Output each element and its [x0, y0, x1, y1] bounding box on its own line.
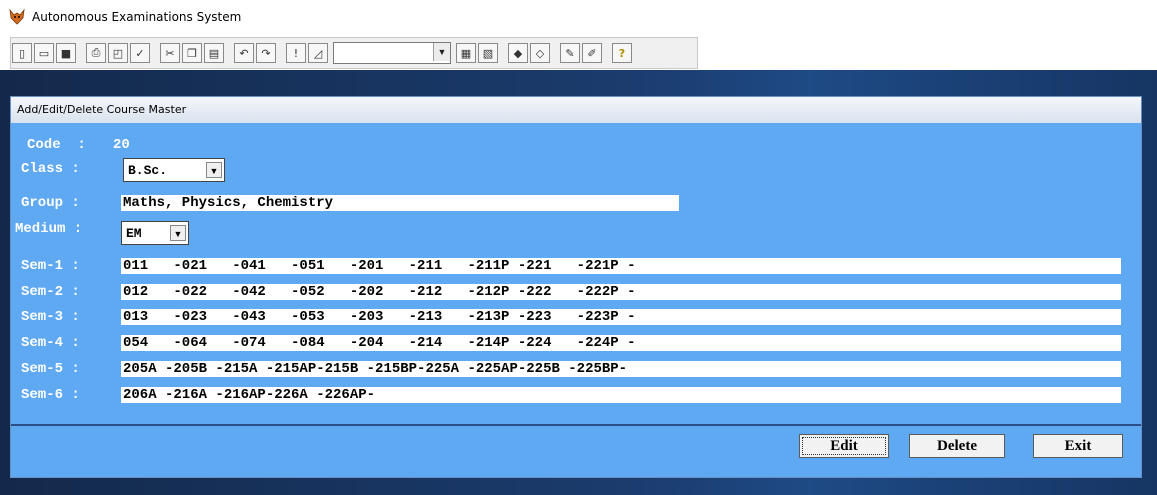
print-icon[interactable]: ⎙	[86, 43, 106, 63]
window-title: Add/Edit/Delete Course Master	[11, 97, 1141, 123]
sem3-label: Sem-3 :	[21, 309, 80, 325]
sem4-label: Sem-4 :	[21, 335, 80, 351]
toolbar-combo[interactable]: ▼	[333, 42, 451, 64]
report-icon[interactable]: ▦	[456, 43, 476, 63]
chart-icon[interactable]: ◿	[308, 43, 328, 63]
save-icon[interactable]: ■	[56, 43, 76, 63]
copy-icon[interactable]: ❐	[182, 43, 202, 63]
undo-icon[interactable]: ↶	[234, 43, 254, 63]
toolbar: ▯ ▭ ■ ⎙ ◰ ✓ ✂ ❐ ▤ ↶ ↷ ! ◿ ▼ ▦ ▧ ◆ ◇ ✎ ✐ …	[0, 34, 1157, 70]
redo-icon[interactable]: ↷	[256, 43, 276, 63]
help-icon[interactable]: ?	[612, 43, 632, 63]
delete-button[interactable]: Delete	[909, 434, 1005, 458]
window-body: Code : 20 Class : B.Sc. ▼ Group : Maths,…	[11, 123, 1141, 477]
sem1-label: Sem-1 :	[21, 258, 80, 274]
separator-line	[11, 424, 1141, 426]
chevron-down-icon[interactable]: ▼	[433, 43, 450, 61]
class-select[interactable]: B.Sc. ▼	[123, 158, 225, 182]
medium-label: Medium :	[15, 221, 83, 237]
fox-logo-icon	[9, 8, 25, 25]
chevron-down-icon[interactable]: ▼	[206, 162, 222, 178]
cut-icon[interactable]: ✂	[160, 43, 180, 63]
title-bar: Autonomous Examinations System	[0, 0, 1157, 34]
open-icon[interactable]: ▭	[34, 43, 54, 63]
select-b-icon[interactable]: ◇	[530, 43, 550, 63]
course-master-window: Add/Edit/Delete Course Master Code : 20 …	[10, 96, 1142, 478]
app-title: Autonomous Examinations System	[32, 10, 242, 24]
sem1-field[interactable]: 011 -021 -041 -051 -201 -211 -211P -221 …	[121, 258, 1121, 274]
group-field[interactable]: Maths, Physics, Chemistry	[121, 195, 679, 211]
new-icon[interactable]: ▯	[12, 43, 32, 63]
form-icon[interactable]: ▧	[478, 43, 498, 63]
paste-icon[interactable]: ▤	[204, 43, 224, 63]
sem5-label: Sem-5 :	[21, 361, 80, 377]
exit-button[interactable]: Exit	[1033, 434, 1123, 458]
code-value: 20	[113, 137, 130, 153]
sem3-field[interactable]: 013 -023 -043 -053 -203 -213 -213P -223 …	[121, 309, 1121, 325]
chevron-down-icon[interactable]: ▼	[170, 225, 186, 241]
sem2-label: Sem-2 :	[21, 284, 80, 300]
class-label: Class :	[21, 161, 80, 177]
edit-button-label: Edit	[802, 437, 886, 455]
toolbar-strip: ▯ ▭ ■ ⎙ ◰ ✓ ✂ ❐ ▤ ↶ ↷ ! ◿ ▼ ▦ ▧ ◆ ◇ ✎ ✐ …	[10, 37, 698, 69]
select-a-icon[interactable]: ◆	[508, 43, 528, 63]
print-preview-icon[interactable]: ◰	[108, 43, 128, 63]
sem6-field[interactable]: 206A -216A -216AP-226A -226AP-	[121, 387, 1121, 403]
exclamation-icon[interactable]: !	[286, 43, 306, 63]
sem6-label: Sem-6 :	[21, 387, 80, 403]
edit-b-icon[interactable]: ✐	[582, 43, 602, 63]
code-label: Code :	[27, 137, 86, 153]
sem2-field[interactable]: 012 -022 -042 -052 -202 -212 -212P -222 …	[121, 284, 1121, 300]
group-label: Group :	[21, 195, 80, 211]
sem4-field[interactable]: 054 -064 -074 -084 -204 -214 -214P -224 …	[121, 335, 1121, 351]
spellcheck-icon[interactable]: ✓	[130, 43, 150, 63]
sem5-field[interactable]: 205A -205B -215A -215AP-215B -215BP-225A…	[121, 361, 1121, 377]
medium-select[interactable]: EM ▼	[121, 221, 189, 245]
edit-a-icon[interactable]: ✎	[560, 43, 580, 63]
edit-button[interactable]: Edit	[799, 434, 889, 458]
